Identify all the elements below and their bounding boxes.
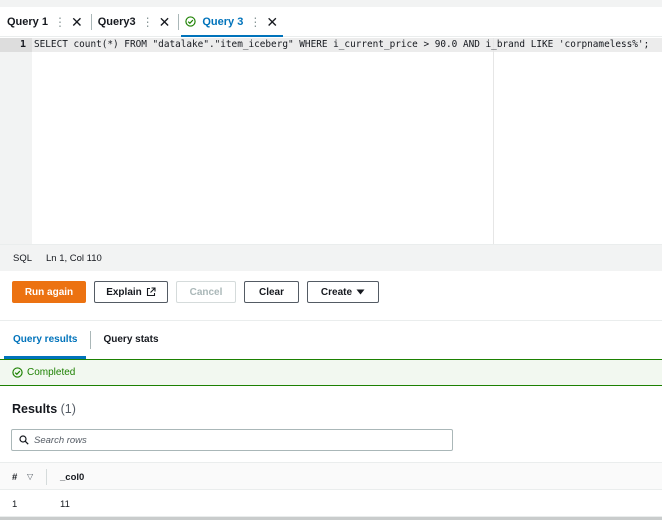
query-tab-bar: Query 1 ⋮ ✕ Query3 ⋮ ✕ Query 3 ⋮ ✕ bbox=[0, 7, 662, 37]
top-strip bbox=[0, 0, 662, 7]
results-tab-bar: Query results Query stats bbox=[0, 320, 662, 359]
create-button[interactable]: Create bbox=[307, 281, 379, 303]
status-banner: Completed bbox=[0, 359, 662, 386]
search-input[interactable] bbox=[34, 434, 434, 446]
print-margin bbox=[493, 38, 494, 244]
sql-editor[interactable]: 1 SELECT count(*) FROM "datalake"."item_… bbox=[0, 38, 662, 244]
tab-menu-icon[interactable]: ⋮ bbox=[249, 15, 261, 29]
editor-status-bar: SQL Ln 1, Col 110 bbox=[0, 244, 662, 271]
check-circle-icon bbox=[185, 16, 197, 27]
table-header: # ▽ _col0 bbox=[0, 462, 662, 490]
cursor-position: Ln 1, Col 110 bbox=[46, 252, 102, 264]
run-again-button[interactable]: Run again bbox=[12, 281, 86, 303]
tab-menu-icon[interactable]: ⋮ bbox=[142, 15, 154, 29]
caret-down-icon bbox=[356, 289, 365, 295]
external-link-icon bbox=[146, 287, 156, 297]
cancel-button[interactable]: Cancel bbox=[176, 281, 236, 303]
explain-button[interactable]: Explain bbox=[94, 281, 168, 303]
close-icon[interactable]: ✕ bbox=[159, 15, 171, 29]
tab-query3[interactable]: Query3 ⋮ ✕ bbox=[90, 7, 179, 36]
action-toolbar: Run again Explain Cancel Clear Create bbox=[12, 281, 379, 303]
tab-menu-icon[interactable]: ⋮ bbox=[54, 15, 66, 29]
tab-query-stats[interactable]: Query stats bbox=[90, 321, 171, 359]
tab-label: Query 1 bbox=[7, 15, 48, 28]
results-title-text: Results bbox=[12, 402, 58, 416]
column-header-index: # bbox=[12, 472, 18, 483]
check-circle-icon bbox=[12, 367, 23, 378]
tab-query-results[interactable]: Query results bbox=[0, 321, 90, 359]
editor-gutter: 1 bbox=[0, 38, 32, 244]
explain-label: Explain bbox=[106, 286, 142, 298]
column-divider[interactable] bbox=[46, 469, 47, 485]
line-number: 1 bbox=[0, 38, 32, 52]
tab-query-1[interactable]: Query 1 ⋮ ✕ bbox=[0, 7, 91, 36]
results-title: Results (1) bbox=[12, 402, 76, 416]
table-row: 1 11 bbox=[0, 490, 662, 517]
clear-button[interactable]: Clear bbox=[244, 281, 299, 303]
close-icon[interactable]: ✕ bbox=[266, 15, 278, 29]
search-field[interactable] bbox=[11, 429, 453, 451]
tab-label: Query3 bbox=[97, 15, 136, 28]
create-label: Create bbox=[320, 286, 353, 298]
status-text: Completed bbox=[27, 367, 76, 378]
code-line[interactable]: SELECT count(*) FROM "datalake"."item_ic… bbox=[34, 38, 649, 52]
search-icon bbox=[19, 435, 29, 445]
column-header-col0[interactable]: _col0 bbox=[60, 472, 84, 483]
tab-query-3-active[interactable]: Query 3 ⋮ ✕ bbox=[178, 7, 286, 37]
sort-caret-icon[interactable]: ▽ bbox=[27, 472, 33, 481]
language-mode: SQL bbox=[13, 252, 33, 264]
results-count: (1) bbox=[60, 402, 76, 416]
row-index-cell: 1 bbox=[12, 499, 18, 510]
col0-cell: 11 bbox=[60, 499, 70, 510]
tab-label: Query 3 bbox=[202, 15, 244, 28]
close-icon[interactable]: ✕ bbox=[71, 15, 83, 29]
